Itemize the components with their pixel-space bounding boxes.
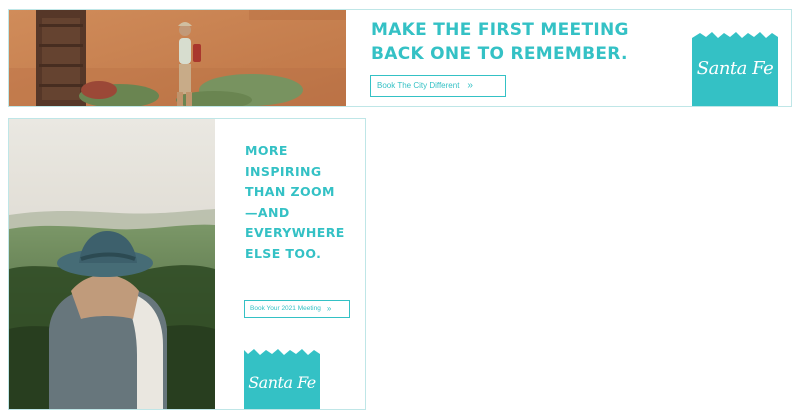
headline-line: ELSE TOO. [245,245,322,261]
chevrons-right-icon: » [467,80,473,91]
santa-fe-logo[interactable]: Santa Fe [692,31,778,106]
cta-label: Book Your 2021 Meeting [250,305,321,312]
jagged-edge-icon [244,348,320,355]
book-2021-meeting-button[interactable]: Book Your 2021 Meeting » [244,300,350,318]
left-banner-headline: MORE INSPIRING THAN ZOOM —AND EVERYWHERE… [245,141,355,264]
top-banner-headline: MAKE THE FIRST MEETING BACK ONE TO REMEM… [371,18,671,66]
landscape-hat-photo [9,119,215,409]
cta-label: Book The City Different [377,81,460,90]
book-city-different-button[interactable]: Book The City Different » [370,75,506,97]
headline-line: INSPIRING [245,163,322,179]
headline-line: EVERYWHERE [245,225,345,240]
headline-line: —AND [245,204,290,220]
jagged-edge-icon [692,31,778,38]
top-banner-ad[interactable]: MAKE THE FIRST MEETING BACK ONE TO REMEM… [8,9,792,107]
headline-line: BACK ONE TO REMEMBER. [371,44,628,64]
santa-fe-script: Santa Fe [248,373,316,392]
headline-line: THAN ZOOM [245,184,335,199]
adobe-wall-photo [9,10,346,106]
headline-line: MAKE THE FIRST MEETING [371,20,629,40]
left-banner-ad[interactable]: MORE INSPIRING THAN ZOOM —AND EVERYWHERE… [8,118,366,410]
santa-fe-script: Santa Fe [696,58,774,79]
chevrons-right-icon: » [326,304,332,313]
santa-fe-logo[interactable]: Santa Fe [244,348,320,409]
headline-line: MORE [245,143,288,158]
